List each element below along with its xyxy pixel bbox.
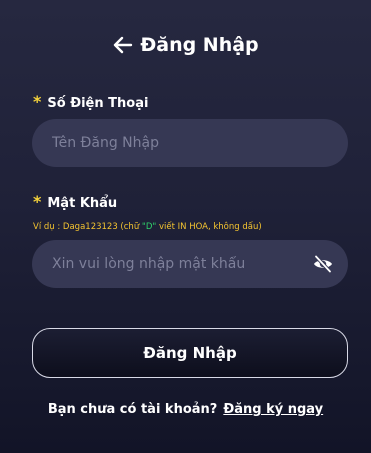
eye-slash-icon[interactable] bbox=[312, 253, 334, 275]
password-hint-suffix: viết IN HOA, không dấu) bbox=[156, 222, 262, 232]
required-mark: * bbox=[33, 92, 42, 111]
login-button[interactable]: Đăng Nhập bbox=[32, 328, 348, 378]
register-link[interactable]: Đăng ký ngay bbox=[223, 402, 323, 417]
page-header: Đăng Nhập bbox=[0, 32, 371, 58]
password-label-text: Mật Khẩu bbox=[47, 196, 118, 211]
password-input[interactable] bbox=[32, 240, 348, 288]
register-prompt: Bạn chưa có tài khoản? Đăng ký ngay bbox=[0, 402, 371, 417]
phone-input-wrapper bbox=[32, 119, 348, 167]
password-hint-prefix: Ví dụ : Daga123123 (chữ bbox=[33, 222, 142, 232]
required-mark: * bbox=[33, 192, 42, 211]
password-hint-highlight: "D" bbox=[141, 222, 157, 232]
register-prompt-text: Bạn chưa có tài khoản? bbox=[47, 402, 218, 417]
page-title: Đăng Nhập bbox=[140, 34, 259, 56]
password-input-wrapper bbox=[32, 240, 348, 288]
phone-input[interactable] bbox=[32, 119, 348, 167]
phone-label-text: Số Điện Thoại bbox=[47, 96, 149, 111]
phone-label: * Số Điện Thoại bbox=[33, 92, 148, 111]
password-hint: Ví dụ : Daga123123 (chữ "D" viết IN HOA,… bbox=[33, 222, 262, 232]
password-label: * Mật Khẩu bbox=[33, 192, 117, 211]
arrow-left-icon[interactable] bbox=[112, 34, 134, 56]
